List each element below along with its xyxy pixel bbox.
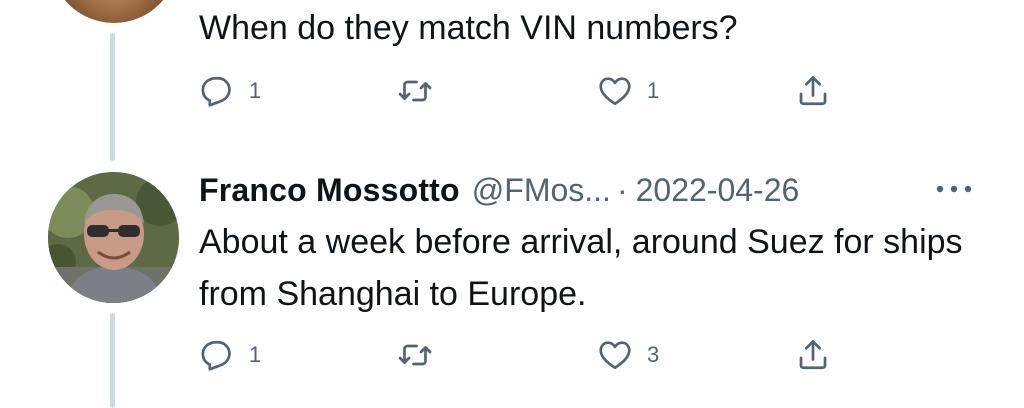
more-options-button[interactable] [932,172,976,206]
avatar[interactable] [50,0,178,23]
display-name[interactable]: Franco Mossotto [199,172,460,209]
reply-count: 1 [249,78,262,103]
retweet-arrows-icon [398,80,432,102]
retweet-button[interactable] [397,69,447,113]
share-button[interactable] [795,333,831,377]
like-count: 1 [647,78,660,103]
share-button[interactable] [795,69,831,113]
tweet-date[interactable]: 2022-04-26 [636,172,800,209]
user-handle[interactable]: @FMos... [472,172,611,209]
heart-icon [599,341,631,370]
tweet-actions-bar: 1 1 [199,69,859,113]
reply-button[interactable]: 1 [199,333,261,377]
profile-photo [48,172,179,303]
avatar[interactable] [48,172,179,303]
speech-bubble-icon [201,76,231,107]
reply-button[interactable]: 1 [199,69,261,113]
like-button[interactable]: 3 [597,333,659,377]
share-upload-icon [799,76,827,106]
tweet-text: When do they match VIN numbers? [199,9,738,47]
heart-icon [599,77,631,106]
thread-connector-line [110,33,115,161]
like-button[interactable]: 1 [597,69,659,113]
tweet-header: Franco Mossotto @FMos... · 2022-04-26 [199,166,799,214]
like-count: 3 [647,342,660,367]
tweet-text: About a week before arrival, around Suez… [199,223,972,313]
separator-dot: · [616,171,628,208]
speech-bubble-icon [201,340,231,371]
reply-count: 1 [249,342,262,367]
retweet-button[interactable] [397,333,447,377]
tweet-actions-bar: 1 3 [199,333,859,377]
retweet-arrows-icon [398,344,432,366]
thread-connector-line [110,313,115,408]
share-upload-icon [799,340,827,370]
more-horizontal-icon [936,185,972,193]
